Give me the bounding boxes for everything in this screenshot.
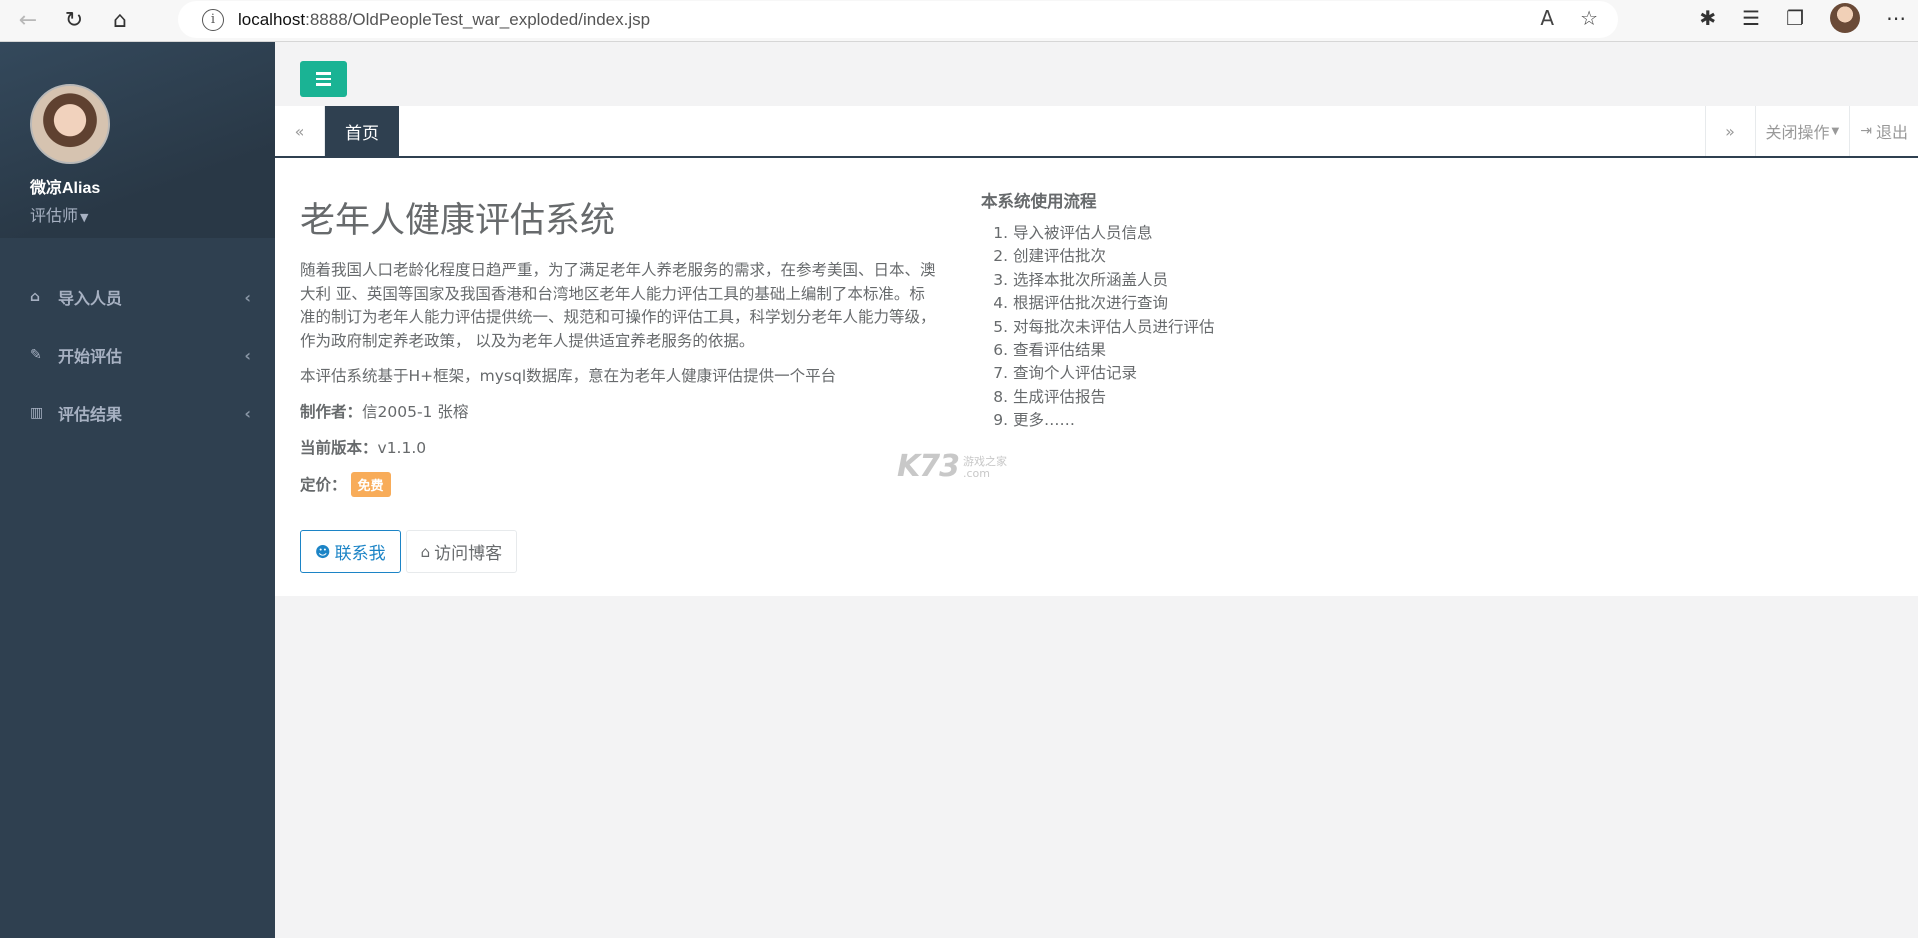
qq-icon: ☻ <box>315 542 331 561</box>
contact-button[interactable]: ☻ 联系我 <box>300 530 401 573</box>
watermark-logo: K73 <box>897 449 960 484</box>
browser-actions: ✱ ☰ ❐ ⋯ <box>1699 3 1906 33</box>
url-host: localhost <box>238 9 306 29</box>
author-line: 制作者：信2005-1 张榕 <box>300 400 940 422</box>
user-role-label: 评估师 <box>30 206 79 225</box>
flow-step: 根据评估批次进行查询 <box>1013 292 1481 315</box>
flow-step: 对每批次未评估人员进行评估 <box>1013 316 1481 339</box>
sidebar-item-results[interactable]: ▥ 评估结果 ‹ <box>0 384 275 442</box>
home-icon: ⌂ <box>30 289 41 305</box>
extensions-icon[interactable]: ✱ <box>1699 6 1716 30</box>
content-panel: 老年人健康评估系统 随着我国人口老龄化程度日趋严重，为了满足老年人养老服务的需求… <box>275 158 1918 596</box>
avatar[interactable] <box>30 84 110 164</box>
action-buttons: ☻ 联系我 ⌂ 访问博客 <box>300 530 940 573</box>
back-arrow-icon[interactable]: ← <box>10 3 46 39</box>
version-label: 当前版本： <box>300 439 378 457</box>
logout-button[interactable]: ⇥ 退出 <box>1849 106 1918 156</box>
tab-bar: « 首页 » 关闭操作 ▼ ⇥ 退出 <box>275 106 1918 158</box>
price-badge: 免费 <box>350 472 391 497</box>
intro-paragraph: 随着我国人口老龄化程度日趋严重，为了满足老年人养老服务的需求，在参考美国、日本、… <box>300 261 936 350</box>
chevron-left-icon: ‹ <box>244 403 251 423</box>
flow-step: 查询个人评估记录 <box>1013 362 1481 385</box>
close-operations-dropdown[interactable]: 关闭操作 ▼ <box>1754 106 1850 156</box>
chevron-left-icon: ‹ <box>244 287 251 307</box>
framework-note: 本评估系统基于H+框架，mysql数据库，意在为老年人健康评估提供一个平台 <box>300 367 837 385</box>
watermark: K73 游戏之家 .com <box>897 449 1007 484</box>
address-bar[interactable]: i localhost:8888/OldPeopleTest_war_explo… <box>178 1 1618 38</box>
visit-blog-button[interactable]: ⌂ 访问博客 <box>405 530 518 573</box>
top-navbar <box>275 42 1918 106</box>
user-name[interactable]: 微凉Alias <box>30 174 275 198</box>
collections-icon[interactable]: ❐ <box>1786 6 1804 30</box>
system-intro: 老年人健康评估系统 随着我国人口老龄化程度日趋严重，为了满足老年人养老服务的需求… <box>300 192 940 573</box>
price-label: 定价： <box>300 476 347 494</box>
read-aloud-icon[interactable]: A <box>1540 6 1554 30</box>
sidebar-item-label: 导入人员 <box>58 289 123 308</box>
logout-icon: ⇥ <box>1860 123 1872 139</box>
url-path: :8888/OldPeopleTest_war_exploded/index.j… <box>305 9 651 29</box>
watermark-domain: .com <box>963 467 990 480</box>
address-icons: A ☆ <box>1540 6 1598 30</box>
contact-label: 联系我 <box>334 544 386 564</box>
flow-step: 创建评估批次 <box>1013 245 1481 268</box>
sidebar-menu: ⌂ 导入人员 ‹ ✎ 开始评估 ‹ ▥ 评估结果 ‹ <box>0 268 275 442</box>
caret-down-icon: ▼ <box>1831 125 1840 137</box>
version-value: v1.1.0 <box>377 439 427 457</box>
more-icon[interactable]: ⋯ <box>1886 6 1906 30</box>
visit-blog-label: 访问博客 <box>434 544 503 564</box>
hamburger-line <box>316 72 331 75</box>
close-operations-label: 关闭操作 <box>1765 123 1830 142</box>
price-line: 定价： 免费 <box>300 472 940 497</box>
sidebar-item-import[interactable]: ⌂ 导入人员 ‹ <box>0 268 275 326</box>
bar-chart-icon: ▥ <box>30 405 44 421</box>
flow-step: 导入被评估人员信息 <box>1013 222 1481 245</box>
hamburger-line <box>316 77 331 81</box>
flow-steps: 导入被评估人员信息 创建评估批次 选择本批次所涵盖人员 根据评估批次进行查询 对… <box>981 222 1481 433</box>
profile-avatar[interactable] <box>1830 3 1860 33</box>
reload-icon[interactable]: ↻ <box>56 3 92 39</box>
user-role-dropdown[interactable]: 评估师 ▼ <box>30 202 275 226</box>
sidebar-item-label: 评估结果 <box>58 405 123 424</box>
tab-actions: » 关闭操作 ▼ ⇥ 退出 <box>1704 106 1918 156</box>
url-text[interactable]: localhost:8888/OldPeopleTest_war_explode… <box>238 10 650 30</box>
page-wrapper: « 首页 » 关闭操作 ▼ ⇥ 退出 老年人健康评估系统 随着我国人口老龄化程度日趋… <box>275 42 1918 938</box>
favorite-add-icon[interactable]: ☆ <box>1580 6 1598 30</box>
flow-step: 选择本批次所涵盖人员 <box>1013 269 1481 292</box>
page-title: 老年人健康评估系统 <box>300 201 616 241</box>
browser-toolbar: ← ↻ ⌂ i localhost:8888/OldPeopleTest_war… <box>0 0 1918 42</box>
sidebar-item-start-assessment[interactable]: ✎ 开始评估 ‹ <box>0 326 275 384</box>
author-value: 信2005-1 张榕 <box>362 403 469 421</box>
home-icon: ⌂ <box>420 542 431 561</box>
menu-toggle-button[interactable] <box>300 61 347 97</box>
edit-icon: ✎ <box>30 347 42 363</box>
flow-title: 本系统使用流程 <box>981 192 1097 211</box>
info-icon[interactable]: i <box>202 8 224 31</box>
favorites-icon[interactable]: ☰ <box>1742 6 1760 30</box>
flow-step: 生成评估报告 <box>1013 386 1481 409</box>
flow-step: 查看评估结果 <box>1013 339 1481 362</box>
hamburger-line <box>316 83 331 86</box>
tab-scroll-left-icon[interactable]: « <box>275 106 325 156</box>
usage-flow: 本系统使用流程 导入被评估人员信息 创建评估批次 选择本批次所涵盖人员 根据评估… <box>981 188 1481 433</box>
sidebar-item-label: 开始评估 <box>58 347 123 366</box>
chevron-left-icon: ‹ <box>244 345 251 365</box>
sidebar: 微凉Alias 评估师 ▼ ⌂ 导入人员 ‹ ✎ 开始评估 ‹ ▥ 评估结果 ‹ <box>0 42 275 938</box>
tab-scroll-right-icon[interactable]: » <box>1704 106 1755 156</box>
caret-down-icon: ▼ <box>80 211 89 224</box>
home-icon[interactable]: ⌂ <box>102 3 138 39</box>
profile-block: 微凉Alias 评估师 ▼ <box>0 42 275 238</box>
version-line: 当前版本：v1.1.0 <box>300 436 940 458</box>
author-label: 制作者： <box>300 403 363 421</box>
tab-home[interactable]: 首页 <box>325 106 399 156</box>
flow-step: 更多…… <box>1013 409 1481 432</box>
logout-label: 退出 <box>1875 123 1908 142</box>
